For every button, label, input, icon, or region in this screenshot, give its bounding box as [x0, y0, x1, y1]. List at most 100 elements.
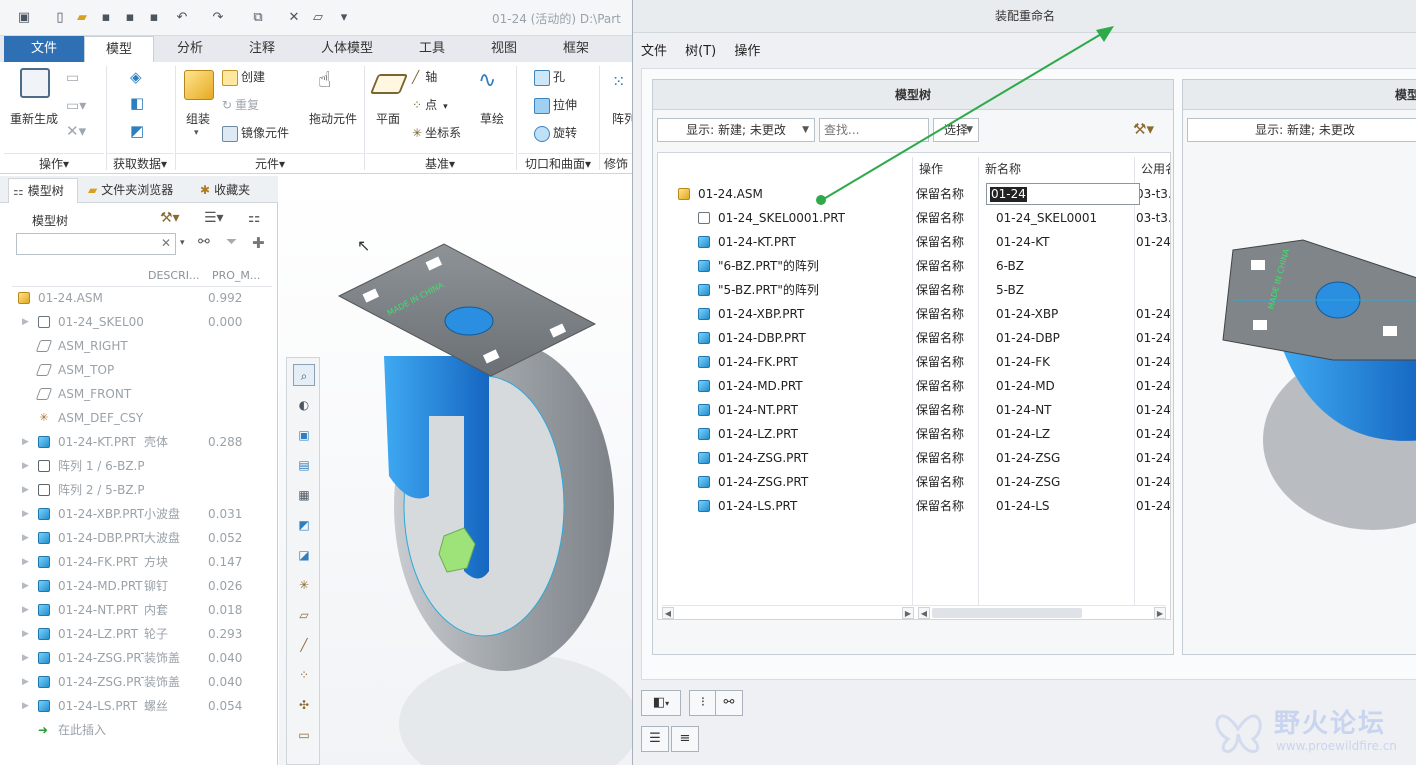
list-view-button[interactable]: ≡ [671, 726, 699, 752]
drag-component-button[interactable]: 拖动元件 [309, 110, 357, 127]
graphics-window[interactable]: MADE IN CHINA ↖ [279, 176, 632, 765]
undo-icon[interactable]: ↶ [172, 8, 192, 28]
annotation-tag-icon[interactable]: ▭ [293, 724, 315, 746]
rename-row[interactable]: 01-24-LZ.PRT 保留名称 01-24-LZ 01-24 [658, 422, 1170, 446]
rename-row-operation[interactable]: 保留名称 [916, 182, 964, 206]
qat-dropdown-icon[interactable]: ▾ [334, 8, 354, 28]
zoom-icon[interactable]: ⌕ [293, 364, 315, 386]
rename-row[interactable]: 01-24-XBP.PRT 保留名称 01-24-XBP 01-24 [658, 302, 1170, 326]
model-tree-row[interactable]: ▶ 01-24-NT.PRT 内套 0.018 [12, 598, 274, 622]
rename-row-new-name[interactable]: 01-24-MD [996, 374, 1055, 398]
search-dropdown-icon[interactable]: ▾ [180, 238, 185, 248]
rename-row[interactable]: 01-24_SKEL0001.PRT 保留名称 01-24_SKEL0001 03-t… [658, 206, 1170, 230]
group-cut-surface[interactable]: 切口和曲面▾ [518, 153, 598, 173]
model-tree-row[interactable]: ▶ 01-24-ZSG.PRT 装饰盖 0.040 [12, 646, 274, 670]
tree-filter-icon[interactable]: ⚏ [248, 210, 261, 226]
expand-icon[interactable]: ▶ [22, 598, 29, 622]
tree-settings-icon[interactable]: ⚒▾ [1133, 120, 1154, 138]
tab-manikin[interactable]: 人体模型 [304, 36, 390, 62]
rename-row[interactable]: "5-BZ.PRT"的阵列 保留名称 5-BZ [658, 278, 1170, 302]
rename-row[interactable]: 01-24-NT.PRT 保留名称 01-24-NT 01-24 [658, 398, 1170, 422]
pattern-button[interactable]: 阵列 [612, 110, 632, 127]
group-datum[interactable]: 基准▾ [366, 153, 514, 173]
sketch-icon[interactable]: ∿ [478, 68, 496, 93]
detail-view-button[interactable]: ☰ [641, 726, 669, 752]
rename-row-operation[interactable]: 保留名称 [916, 494, 964, 518]
save-copy-icon[interactable]: ▪ [120, 8, 140, 28]
new-file-icon[interactable]: ▯ [50, 8, 70, 28]
binoculars-icon[interactable]: ⚯ [198, 234, 210, 250]
tab-analysis[interactable]: 分析 [160, 36, 220, 62]
rename-row[interactable]: 01-24-KT.PRT 保留名称 01-24-KT 01-24 [658, 230, 1170, 254]
find-input[interactable] [819, 118, 929, 142]
drag-hand-icon[interactable]: ☝ [318, 68, 331, 93]
scroll-left-icon[interactable]: ◀ [918, 607, 930, 619]
expand-icon[interactable]: ▶ [22, 310, 29, 334]
new-name-edit-field[interactable]: 01-24 [986, 183, 1140, 205]
regenerate-button[interactable]: 重新生成 [10, 110, 58, 127]
group-component[interactable]: 元件▾ [176, 153, 364, 173]
rename-row[interactable]: "6-BZ.PRT"的阵列 保留名称 6-BZ [658, 254, 1170, 278]
model-tree-search-input[interactable]: ✕ [16, 233, 176, 255]
pattern-icon[interactable]: ⁙ [612, 72, 625, 91]
tab-tools[interactable]: 工具 [402, 36, 462, 62]
csys-tag-display-icon[interactable]: ✣ [293, 694, 315, 716]
rename-row-operation[interactable]: 保留名称 [916, 470, 964, 494]
rename-row[interactable]: 01-24-ZSG.PRT 保留名称 01-24-ZSG 01-24 [658, 446, 1170, 470]
expand-icon[interactable]: ▶ [22, 622, 29, 646]
model-tree-row[interactable]: ▶ 01-24-LS.PRT 螺丝 0.054 [12, 694, 274, 718]
csys-button[interactable]: ✳ 坐标系 [412, 124, 461, 141]
rename-row-new-name[interactable]: 01-24-LZ [996, 422, 1050, 446]
model-tree-row[interactable]: ✳ ASM_DEF_CSYS [12, 406, 274, 430]
rename-row[interactable]: 01-24-LS.PRT 保留名称 01-24-LS 01-24 [658, 494, 1170, 518]
rename-row-new-name[interactable]: 01-24-ZSG [996, 446, 1060, 470]
model-tree-row[interactable]: ▶ 01-24-LZ.PRT 轮子 0.293 [12, 622, 274, 646]
expand-icon[interactable]: ▶ [22, 526, 29, 550]
redo-component-button[interactable]: ↻ 重复 [222, 96, 259, 113]
tree-columns-button[interactable]: ⁝ [689, 690, 717, 716]
sketch-button[interactable]: 草绘 [480, 110, 504, 127]
rename-row-new-name[interactable]: 01-24-LS [996, 494, 1050, 518]
expand-icon[interactable]: ▶ [22, 430, 29, 454]
paste-icon[interactable]: ▭▾ [66, 98, 86, 114]
assemble-dropdown-icon[interactable]: ▾ [194, 128, 199, 138]
open-folder-icon[interactable]: ▰ [72, 8, 92, 28]
expand-icon[interactable]: ▶ [22, 502, 29, 526]
assemble-button[interactable]: 组装 [186, 110, 210, 127]
column-header-pro-m[interactable]: PRO_M... [212, 269, 260, 282]
menu-operations[interactable]: 操作 [734, 44, 760, 59]
model-tree-row[interactable]: ▶ 01-24-XBP.PRT 小波盘 0.031 [12, 502, 274, 526]
expand-icon[interactable]: ▶ [22, 478, 29, 502]
expand-icon[interactable]: ▶ [22, 574, 29, 598]
save-icon[interactable]: ▪ [96, 8, 116, 28]
select-button[interactable]: 选择 ▼ [933, 118, 979, 142]
menu-tree[interactable]: 树(T) [685, 44, 716, 59]
rename-row-operation[interactable]: 保留名称 [916, 446, 964, 470]
rename-row-operation[interactable]: 保留名称 [916, 422, 964, 446]
window-icon[interactable]: ⧉ [248, 8, 268, 28]
find-button[interactable]: ⚯ [715, 690, 743, 716]
model-tree-row[interactable]: ASM_FRONT [12, 382, 274, 406]
scroll-thumb[interactable] [932, 608, 1082, 618]
hole-button[interactable]: 孔 [534, 68, 565, 86]
spin-center-icon[interactable]: ◩ [293, 514, 315, 536]
tab-model[interactable]: 模型 [84, 36, 154, 62]
plane-display-icon[interactable]: ▱ [293, 604, 315, 626]
expand-icon[interactable]: ▶ [22, 550, 29, 574]
tab-file[interactable]: 文件 [4, 36, 84, 62]
rename-row-new-name[interactable]: 01-24-KT [996, 230, 1049, 254]
model-tree-row[interactable]: ▶ 01-24-DBP.PRT 大波盘 0.052 [12, 526, 274, 550]
rename-row-new-name[interactable]: 01-24-FK [996, 350, 1050, 374]
model-tree-row[interactable]: ▶ 01-24-KT.PRT 壳体 0.288 [12, 430, 274, 454]
rename-row-new-name[interactable]: 01-24-XBP [996, 302, 1058, 326]
copy-icon[interactable]: ▭ [66, 70, 79, 86]
model-tree-row[interactable]: ▶ 01-24-ZSG.PRT 装饰盖 0.040 [12, 670, 274, 694]
point-display-icon[interactable]: ⁘ [293, 664, 315, 686]
rename-row-operation[interactable]: 保留名称 [916, 374, 964, 398]
group-get-data[interactable]: 获取数据▾ [106, 153, 174, 173]
rename-row-operation[interactable]: 保留名称 [916, 398, 964, 422]
clear-search-icon[interactable]: ✕ [161, 236, 171, 250]
copy-geometry-icon[interactable]: ◧ [130, 94, 144, 112]
mirror-component-button[interactable]: 镜像元件 [222, 124, 289, 142]
regenerate-icon[interactable] [20, 68, 50, 98]
